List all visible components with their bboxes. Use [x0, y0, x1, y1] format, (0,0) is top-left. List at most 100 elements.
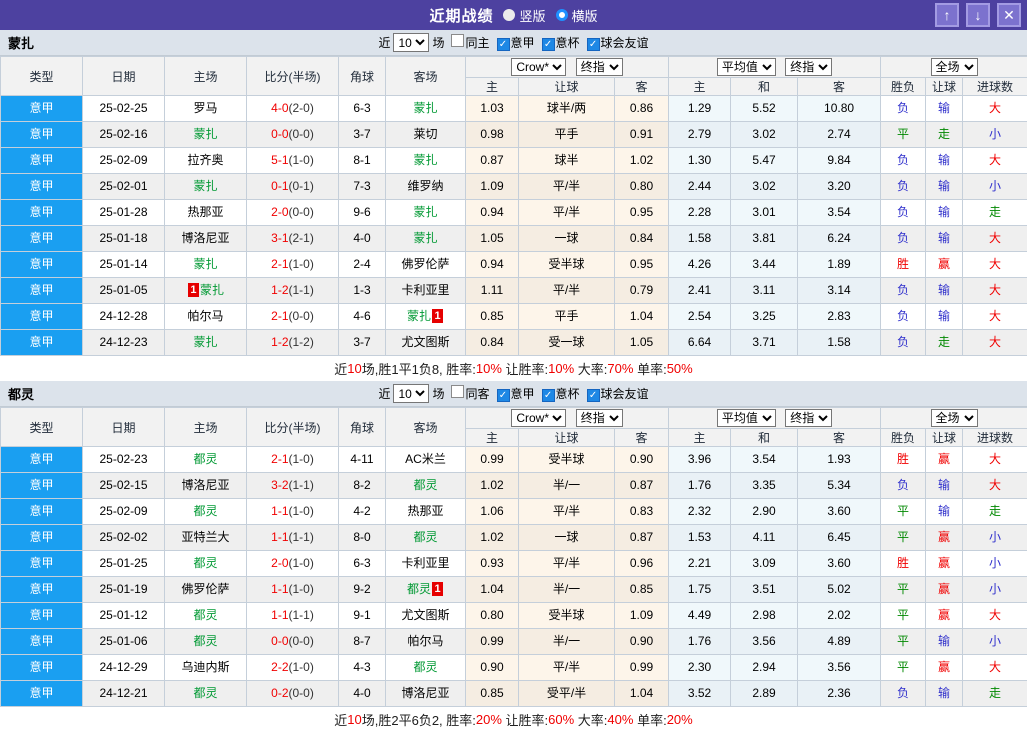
odds-handicap: 平/半 [518, 277, 615, 304]
odds-home: 0.98 [465, 121, 519, 148]
filter-checkbox-label[interactable]: 球会友谊 [601, 36, 649, 50]
team-label: 都灵 [193, 634, 218, 648]
date-cell: 25-01-28 [82, 199, 165, 226]
filter-checkbox-label[interactable]: 意甲 [511, 36, 535, 50]
filter-checkbox[interactable] [496, 38, 510, 51]
odds-home: 1.06 [465, 498, 519, 525]
away-team-cell: 蒙扎 [385, 147, 466, 174]
result-goals: 大 [962, 329, 1027, 356]
date-cell: 25-02-15 [82, 472, 165, 499]
layout-radio-horizontal[interactable]: 横版 [555, 6, 598, 25]
match-count-select[interactable]: 10 [393, 33, 430, 52]
odds-home: 0.85 [465, 303, 519, 330]
fulltime-score: 1-2 [271, 283, 289, 297]
final-odds-select[interactable]: 终指 [575, 58, 623, 76]
table-row: 意甲 25-02-23 都灵 2-1(1-0) 4-11 AC米兰 0.99 受半球 0.90 3… [0, 446, 1027, 473]
result-outcome: 负 [880, 225, 927, 252]
result-outcome: 负 [880, 95, 927, 122]
filter-checkbox-label[interactable]: 意杯 [556, 36, 580, 50]
avg-home: 1.30 [668, 147, 732, 174]
move-down-button[interactable]: ↓ [966, 3, 990, 27]
table-row: 意甲 25-01-12 都灵 1-1(1-1) 9-1 尤文图斯 0.80 受半球 1.09 4.… [0, 602, 1027, 629]
radio-vertical-icon[interactable] [503, 9, 516, 21]
away-team-cell: AC米兰 [385, 446, 466, 473]
radio-horizontal-icon[interactable] [555, 9, 568, 21]
filter-checkbox[interactable] [541, 38, 555, 51]
match-count-select[interactable]: 10 [393, 384, 430, 403]
filter-checkbox-label[interactable]: 意甲 [511, 387, 535, 401]
odds-provider-select[interactable]: Crow* [511, 409, 567, 427]
radio-vertical-label: 竖版 [519, 8, 546, 24]
table-row: 意甲 24-12-21 都灵 0-2(0-0) 4-0 博洛尼亚 0.85 受平/半 1.04 3… [0, 680, 1027, 707]
team-label: 佛罗伦萨 [181, 582, 230, 596]
result-goals: 小 [962, 576, 1027, 603]
avg-draw: 3.71 [730, 329, 799, 356]
filter-checkbox[interactable] [586, 389, 600, 402]
odds-handicap: 平/半 [518, 654, 615, 681]
filter-checkbox[interactable] [586, 38, 600, 51]
average-select[interactable]: 平均值 [716, 58, 776, 76]
corner-cell: 8-0 [338, 524, 386, 551]
average-select[interactable]: 平均值 [716, 409, 776, 427]
page-title: 近期战绩 [429, 7, 494, 25]
fulltime-score: 1-2 [271, 335, 289, 349]
filter-checkbox[interactable] [451, 34, 465, 47]
result-handicap: 赢 [925, 251, 964, 278]
col-header-date: 日期 [82, 56, 165, 96]
team-label: 尤文图斯 [401, 335, 450, 349]
odds-handicap: 一球 [518, 225, 615, 252]
filter-checkbox-label[interactable]: 同客 [465, 387, 489, 401]
odds-home: 1.09 [465, 173, 519, 200]
close-button[interactable]: ✕ [997, 3, 1021, 27]
red-card-badge: 1 [187, 283, 199, 297]
fullmatch-select[interactable]: 全场 [930, 58, 978, 76]
filter-checkbox-label[interactable]: 球会友谊 [601, 387, 649, 401]
move-up-button[interactable]: ↑ [935, 3, 959, 27]
avg-draw: 3.56 [730, 628, 799, 655]
fullmatch-select[interactable]: 全场 [930, 409, 978, 427]
date-cell: 24-12-23 [82, 329, 165, 356]
table-row: 意甲 25-02-25 罗马 4-0(2-0) 6-3 蒙扎 1.03 球半/两 0.86 1.2… [0, 95, 1027, 122]
filter-checkbox[interactable] [451, 385, 465, 398]
final-odds-select-2[interactable]: 终指 [785, 409, 833, 427]
odds-away: 0.87 [613, 472, 670, 499]
avg-away: 3.14 [797, 277, 882, 304]
result-goals: 大 [962, 277, 1027, 304]
fulltime-score: 0-2 [271, 686, 289, 700]
summary-row: 近 10 场,胜2平6负2, 胜率: 20% 让胜率: 60% 大率: 40% 单率: 20… [0, 707, 1027, 730]
result-outcome: 负 [880, 173, 927, 200]
avg-home: 2.79 [668, 121, 732, 148]
odds-home: 0.93 [465, 550, 519, 577]
odds-provider-select[interactable]: Crow* [511, 58, 567, 76]
final-odds-select[interactable]: 终指 [575, 409, 623, 427]
avg-home: 2.54 [668, 303, 732, 330]
near-label: 近 [378, 387, 391, 401]
filter-checkbox-label[interactable]: 同主 [465, 36, 489, 50]
team-section: 蒙扎 近 10 场 同主意甲意杯球会友谊 类型 日期 主场 比分(半场) [0, 30, 1027, 381]
result-outcome: 平 [880, 628, 927, 655]
home-team-cell: 都灵 [164, 602, 247, 629]
result-goals: 大 [962, 303, 1027, 330]
avg-draw: 3.01 [730, 199, 799, 226]
odds-handicap: 受半球 [518, 602, 615, 629]
avg-away: 1.89 [797, 251, 882, 278]
layout-radio-vertical[interactable]: 竖版 [503, 6, 546, 25]
fulltime-score: 1-1 [271, 608, 289, 622]
col-header-corner: 角球 [338, 56, 386, 96]
filter-checkbox[interactable] [496, 389, 510, 402]
avg-draw: 3.44 [730, 251, 799, 278]
col-header-date: 日期 [82, 407, 165, 447]
home-team-cell: 蒙扎 [164, 121, 247, 148]
filter-checkbox[interactable] [541, 389, 555, 402]
radio-horizontal-label: 横版 [571, 8, 598, 24]
team-name: 蒙扎 [8, 36, 35, 51]
avg-home: 1.76 [668, 628, 732, 655]
avg-draw: 3.81 [730, 225, 799, 252]
team-label: 蒙扎 [406, 309, 431, 323]
result-outcome: 负 [880, 199, 927, 226]
summary-row: 近 10 场,胜1平1负8, 胜率: 10% 让胜率: 10% 大率: 70% 单率: 50… [0, 356, 1027, 381]
filter-bar: 近 10 场 同主 意甲 意杯 球会友谊 [378, 33, 649, 52]
final-odds-select-2[interactable]: 终指 [785, 58, 833, 76]
filter-checkbox-label[interactable]: 意杯 [556, 387, 580, 401]
table-row: 意甲 25-01-28 热那亚 2-0(0-0) 9-6 蒙扎 0.94 平/半 0.95 2.2… [0, 199, 1027, 226]
